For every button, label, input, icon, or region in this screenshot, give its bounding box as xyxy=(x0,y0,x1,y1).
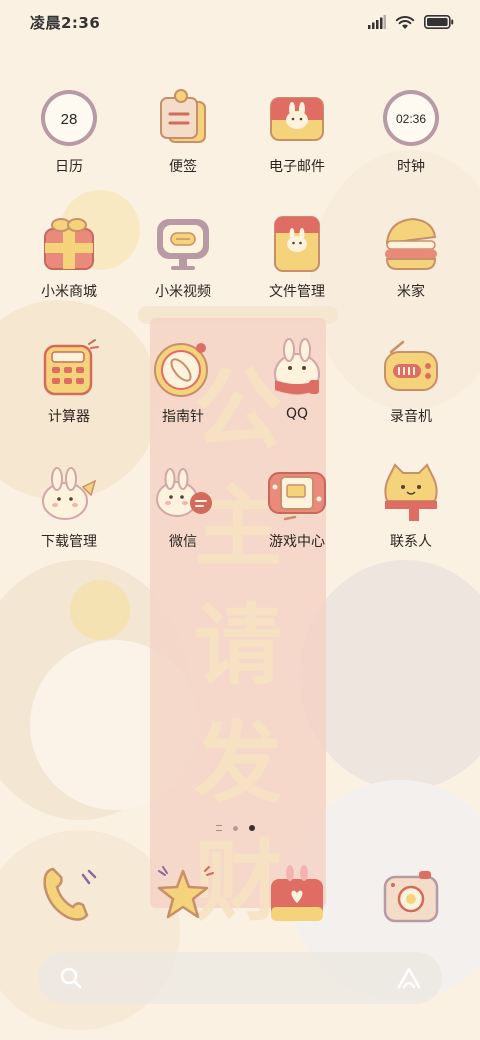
status-time: 凌晨2:36 xyxy=(30,13,101,32)
app-grid: 28 日历 便签 电子邮件 02:36 时钟 小米商城 小米视频 文件管理 米家… xyxy=(12,86,468,586)
calendar-icon: 28 xyxy=(41,90,97,146)
wallpaper-blob xyxy=(300,560,480,790)
notes-icon xyxy=(160,89,206,143)
app-label: 米家 xyxy=(397,284,425,300)
page-dot-active[interactable] xyxy=(249,825,255,831)
app-calculator[interactable]: 计算器 xyxy=(12,336,126,461)
app-wechat[interactable]: 微信 xyxy=(126,461,240,586)
wechat-icon xyxy=(156,468,212,517)
recorder-icon xyxy=(384,340,438,391)
smart-home-icon xyxy=(385,217,437,270)
wifi-icon xyxy=(395,15,415,29)
camera-icon xyxy=(383,871,439,923)
app-label: 计算器 xyxy=(48,409,90,425)
banner-char: 发 xyxy=(193,711,282,815)
app-label: 下载管理 xyxy=(41,534,97,550)
app-compass[interactable]: 指南针 xyxy=(126,336,240,461)
battery-icon xyxy=(424,15,454,29)
app-clock[interactable]: 02:36 时钟 xyxy=(354,86,468,211)
star-icon xyxy=(157,866,214,919)
app-email[interactable]: 电子邮件 xyxy=(240,86,354,211)
app-label: 联系人 xyxy=(390,534,432,550)
video-icon xyxy=(157,219,209,270)
wallpaper-blob xyxy=(70,580,130,640)
app-label: QQ xyxy=(285,406,309,422)
app-label: 微信 xyxy=(169,534,197,550)
app-recorder[interactable]: 录音机 xyxy=(354,336,468,461)
qq-icon xyxy=(274,338,320,395)
dock xyxy=(12,860,468,930)
app-label: 游戏中心 xyxy=(269,534,325,550)
app-label: 录音机 xyxy=(390,409,432,425)
email-icon xyxy=(270,97,324,141)
file-manager-icon xyxy=(274,216,320,272)
contacts-icon xyxy=(384,463,438,521)
app-label: 指南针 xyxy=(162,409,204,425)
calculator-icon xyxy=(43,339,99,396)
app-mi-store[interactable]: 小米商城 xyxy=(12,211,126,336)
app-contacts[interactable]: 联系人 xyxy=(354,461,468,586)
app-label: 小米视频 xyxy=(155,284,211,300)
app-mi-home[interactable]: 米家 xyxy=(354,211,468,336)
phone-icon xyxy=(43,867,97,921)
app-label: 小米商城 xyxy=(41,284,97,300)
dock-camera[interactable] xyxy=(354,860,468,930)
signal-icon xyxy=(368,15,386,29)
app-label: 日历 xyxy=(55,159,83,175)
game-center-icon xyxy=(268,472,326,521)
app-game-center[interactable]: 游戏中心 xyxy=(240,461,354,586)
app-label: 时钟 xyxy=(397,159,425,175)
page-indicator[interactable] xyxy=(216,825,255,831)
download-icon xyxy=(42,467,97,520)
app-qq[interactable]: QQ xyxy=(240,336,354,461)
search-bar[interactable] xyxy=(38,952,442,1004)
page-dot[interactable] xyxy=(216,825,222,831)
app-download-manager[interactable]: 下载管理 xyxy=(12,461,126,586)
status-bar: 凌晨2:36 xyxy=(0,0,480,44)
calendar-date: 28 xyxy=(61,111,78,128)
app-calendar[interactable]: 28 日历 xyxy=(12,86,126,211)
banner-char: 请 xyxy=(193,593,282,697)
messages-icon xyxy=(271,865,323,921)
page-dot[interactable] xyxy=(233,825,238,831)
app-label: 文件管理 xyxy=(269,284,325,300)
clock-time: 02:36 xyxy=(396,112,426,126)
clock-icon: 02:36 xyxy=(383,90,439,146)
status-icons xyxy=(368,15,454,30)
compass-icon xyxy=(154,343,208,397)
app-notes[interactable]: 便签 xyxy=(126,86,240,211)
app-label: 电子邮件 xyxy=(269,159,325,175)
gift-icon xyxy=(44,218,94,270)
app-label: 便签 xyxy=(169,159,197,175)
dock-phone[interactable] xyxy=(12,860,126,930)
dock-messages[interactable] xyxy=(240,860,354,930)
dock-star[interactable] xyxy=(126,860,240,930)
app-file-manager[interactable]: 文件管理 xyxy=(240,211,354,336)
app-mi-video[interactable]: 小米视频 xyxy=(126,211,240,336)
assistant-icon[interactable] xyxy=(396,966,422,990)
search-icon[interactable] xyxy=(60,967,82,989)
